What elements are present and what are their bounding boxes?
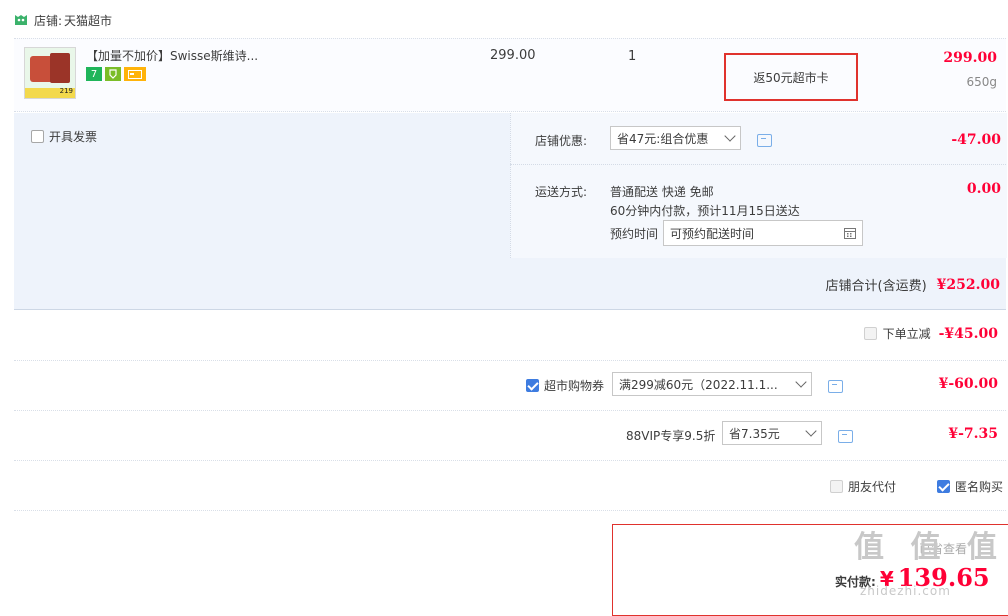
store-discount-label: 店铺优惠: [535,134,588,148]
promo-highlight-box: 返50元超市卡 [724,53,858,101]
product-thumbnail[interactable]: 219 [24,47,76,99]
invoice-panel: 开具发票 [14,113,510,258]
coupon-value: 满299减60元（2022.11.1... [619,377,778,392]
store-total-label: 店铺合计(含运费) [825,279,927,294]
reserve-time-input[interactable]: 可预约配送时间 [663,220,863,246]
friend-pay-label: 朋友代付 [848,480,897,494]
store-discount-amount: -47.00 [951,132,1001,148]
coupon-amount: ¥-60.00 [938,376,998,392]
quantity: 1 [628,49,637,64]
invoice-checkbox-group[interactable]: 开具发票 [31,128,97,145]
payment-options-row: 朋友代付 匿名购买 [14,461,1006,511]
instant-discount-row: 下单立减 -¥45.00 [14,311,1006,361]
coupon-label: 超市购物券 [544,379,605,393]
coupon-checkbox[interactable] [526,379,539,392]
invoice-label: 开具发票 [49,130,98,144]
item-total: 299.00 [943,50,997,66]
store-label: 店铺: [34,13,63,28]
watermark-logo: 值 值 值 [854,530,1005,565]
vip-row: 88VIP专享9.5折 省7.35元 ¥-7.35 [14,411,1006,461]
store-icon [15,15,27,25]
message-icon[interactable] [828,380,843,393]
store-total-amount: ¥252.00 [936,276,1000,293]
watermark-url: zhidezhi.com [860,584,951,598]
store-header: 店铺: 天猫超市 [14,11,112,29]
chevron-down-icon [724,130,736,142]
shipping-estimate: 60分钟内付款，预计11月15日送达 [610,204,800,218]
anonymous-checkbox[interactable] [937,480,950,493]
store-options-panel: 店铺优惠: 省47元:组合优惠 -47.00 运送方式: 普通配送 快递 免邮 … [510,113,1007,258]
instant-discount-amount: -¥45.00 [938,325,998,342]
shipping-amount: 0.00 [966,181,1001,197]
thumb-tag: 219 [59,87,73,95]
store-name[interactable]: 天猫超市 [64,12,112,29]
store-discount-select[interactable]: 省47元:组合优惠 [610,126,741,150]
coupon-select[interactable]: 满299减60元（2022.11.1... [612,372,812,396]
store-discount-value: 省47元:组合优惠 [617,131,709,146]
vip-amount: ¥-7.35 [948,426,998,442]
coupon-row: 超市购物券 满299减60元（2022.11.1... ¥-60.00 [14,361,1006,411]
order-options-panel: 开具发票 店铺优惠: 省47元:组合优惠 -47.00 运送方式: 普通配送 快… [14,113,1007,310]
divider [510,164,1006,165]
item-row: 219 【加量不加价】Swisse斯维诗... 7 299.00 1 返50元超… [14,38,1006,112]
shipping-method: 普通配送 快递 免邮 [610,185,714,199]
instant-discount-checkbox[interactable] [863,327,877,340]
reserve-time-placeholder: 可预约配送时间 [670,226,755,241]
shipping-label: 运送方式: [535,185,588,199]
reserve-label: 预约时间 [610,227,659,241]
message-icon[interactable] [838,430,853,443]
service-badges: 7 [86,67,146,81]
vip-select[interactable]: 省7.35元 [722,421,822,445]
seven-day-return-icon[interactable]: 7 [86,67,102,81]
vip-label: 88VIP专享9.5折 [626,429,716,443]
card-payment-icon[interactable] [124,67,146,81]
instant-discount-label: 下单立减 [882,327,931,341]
vip-value: 省7.35元 [729,426,780,441]
calendar-icon [844,228,856,239]
invoice-checkbox[interactable] [31,130,44,143]
anonymous-label: 匿名购买 [955,480,1004,494]
chevron-down-icon [805,425,817,437]
item-weight: 650g [966,75,997,89]
product-title[interactable]: 【加量不加价】Swisse斯维诗... [86,47,258,64]
message-icon[interactable] [757,134,772,147]
friend-pay-checkbox[interactable] [830,480,843,493]
promo-text: 返50元超市卡 [753,70,829,85]
store-total-row: 店铺合计(含运费) ¥252.00 [825,275,1000,295]
chevron-down-icon [795,376,807,388]
unit-price: 299.00 [490,48,536,63]
quality-guarantee-icon[interactable] [105,67,121,81]
